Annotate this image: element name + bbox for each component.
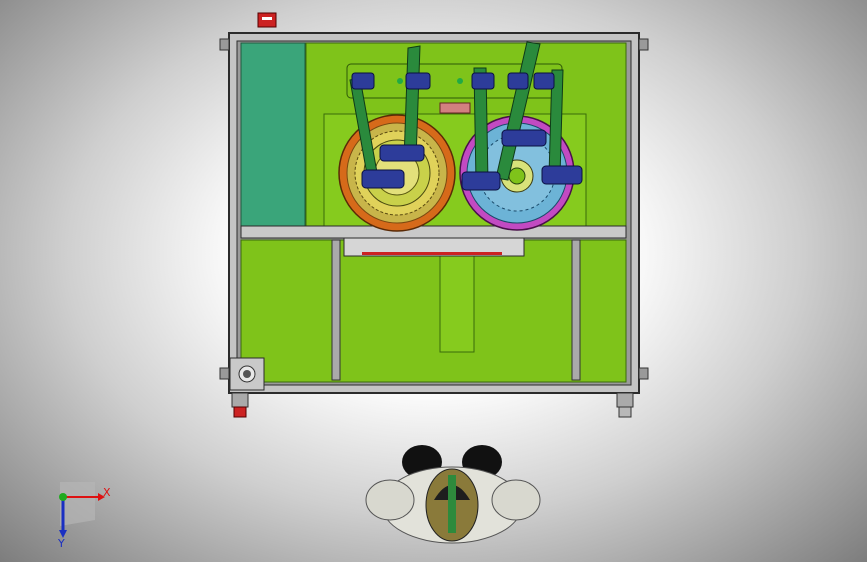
- corner-cap: [219, 367, 230, 380]
- axis-y-label: Y: [57, 537, 65, 550]
- cad-viewport[interactable]: X Y: [0, 0, 867, 562]
- rail-left: [331, 239, 341, 381]
- coordinate-triad: X Y: [57, 482, 111, 550]
- cross-rail: [240, 225, 627, 239]
- leveling-foot-icon: [231, 392, 634, 418]
- lower-deck: [229, 237, 627, 391]
- manifold-port-icon: [397, 78, 403, 84]
- center-slot: [439, 253, 475, 353]
- lower-green-panel: [240, 239, 627, 383]
- rail-right: [571, 239, 581, 381]
- corner-cap: [638, 367, 649, 380]
- teal-side-panel: [240, 42, 306, 227]
- axis-x-label: X: [103, 486, 111, 499]
- manifold-block: [439, 102, 471, 114]
- junction-box-port-core: [243, 370, 251, 378]
- roller-strip: [362, 252, 502, 255]
- operator-figure-icon[interactable]: [365, 445, 541, 544]
- warning-light-detail: [262, 17, 272, 20]
- corner-cap: [638, 38, 649, 51]
- corner-cap: [219, 38, 230, 51]
- manifold-port-icon: [457, 78, 463, 84]
